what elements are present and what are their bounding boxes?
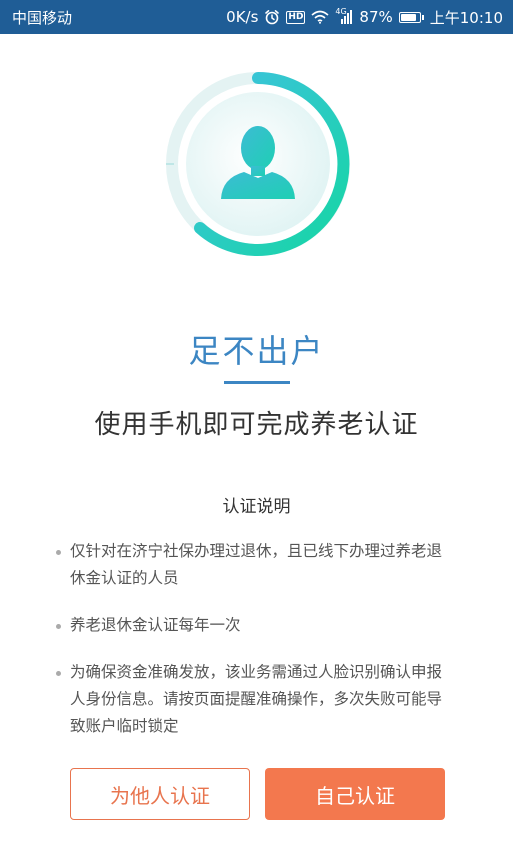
network-type: 4G — [335, 7, 347, 16]
slogan: 足不出户 — [188, 332, 325, 370]
face-verification-illustration — [160, 66, 356, 262]
clock: 上午10:10 — [429, 8, 503, 27]
note-text: 养老退休金认证每年一次 — [70, 616, 241, 634]
list-item: 仅针对在济宁社保办理过退休，且已线下办理过养老退休金认证的人员 — [56, 538, 456, 592]
bullet-dot — [56, 550, 61, 555]
note-text: 仅针对在济宁社保办理过退休，且已线下办理过养老退休金认证的人员 — [70, 542, 443, 587]
page-subtitle: 使用手机即可完成养老认证 — [94, 410, 419, 440]
notes-title: 认证说明 — [222, 497, 291, 517]
list-item: 为确保资金准确发放，该业务需通过人脸识别确认申报人身份信息。请按页面提醒准确操作… — [56, 659, 456, 740]
hd-icon: HD — [286, 10, 306, 24]
carrier-label: 中国移动 — [12, 8, 73, 27]
battery-percent: 87% — [359, 8, 393, 26]
verify-for-others-button[interactable]: 为他人认证 — [70, 768, 250, 820]
signal-icon: 4G — [335, 7, 353, 24]
network-speed: 0K/s — [226, 8, 259, 26]
status-bar: 中国移动 0K/s HD 4G 87% 上午10:10 — [0, 0, 513, 34]
notes-list: 仅针对在济宁社保办理过退休，且已线下办理过养老退休金认证的人员 养老退休金认证每… — [56, 538, 456, 760]
status-icons: 0K/s HD 4G 87% 上午10:10 — [226, 7, 503, 28]
bullet-dot — [56, 671, 61, 676]
list-item: 养老退休金认证每年一次 — [56, 612, 456, 639]
alarm-icon — [264, 9, 280, 25]
slogan-underline — [224, 381, 290, 384]
note-text: 为确保资金准确发放，该业务需通过人脸识别确认申报人身份信息。请按页面提醒准确操作… — [70, 663, 443, 735]
verify-self-button[interactable]: 自己认证 — [265, 768, 445, 820]
wifi-icon — [311, 10, 329, 24]
bullet-dot — [56, 624, 61, 629]
battery-icon — [398, 11, 424, 23]
